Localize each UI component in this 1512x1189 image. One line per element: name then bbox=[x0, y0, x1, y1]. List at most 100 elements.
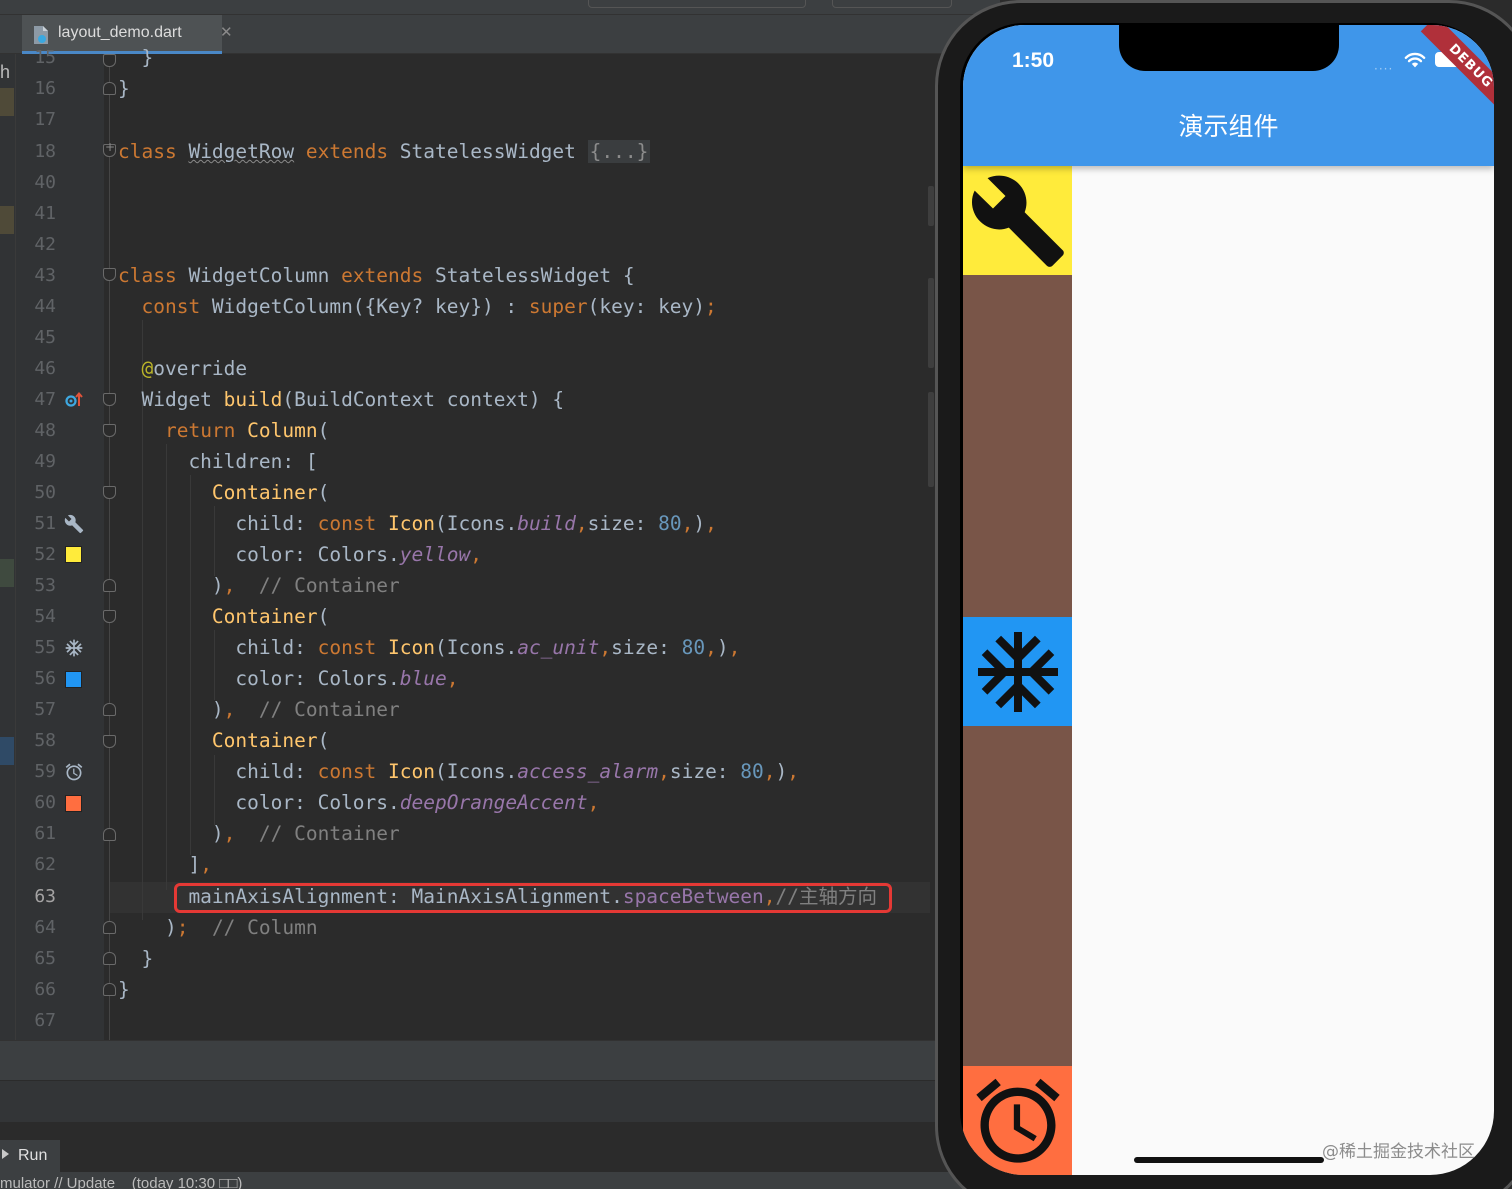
code-line-52[interactable]: color: Colors.yellow, bbox=[118, 543, 482, 567]
code-line-51[interactable]: child: const Icon(Icons.build,size: 80,)… bbox=[118, 512, 716, 536]
fold-marker[interactable] bbox=[103, 952, 116, 965]
color-swatch-blue[interactable] bbox=[65, 671, 82, 688]
container-yellow bbox=[963, 166, 1072, 275]
fold-expand-marker[interactable] bbox=[103, 140, 116, 157]
code-line-64[interactable]: ); // Column bbox=[118, 916, 318, 940]
fold-marker[interactable] bbox=[103, 703, 116, 716]
code-line-62[interactable]: ], bbox=[118, 853, 212, 877]
fold-marker[interactable] bbox=[103, 828, 116, 841]
toolbar-strip bbox=[0, 0, 1000, 15]
color-swatch-deep-orange-accent[interactable] bbox=[65, 795, 82, 812]
phone-screen: 1:50 ···· 演示组件 DEBUG bbox=[963, 25, 1494, 1175]
comment: // Container bbox=[258, 574, 400, 597]
run-output-row: mulator // Update (today 10:30 □□) bbox=[0, 1172, 1000, 1189]
line-number: 48 bbox=[34, 420, 56, 441]
scroll-marker bbox=[928, 278, 934, 368]
override-method-icon[interactable] bbox=[64, 390, 84, 410]
line-number: 47 bbox=[34, 389, 56, 410]
line-number: 43 bbox=[34, 265, 56, 286]
fold-marker[interactable] bbox=[103, 486, 116, 499]
code-line-18[interactable]: class WidgetRow extends StatelessWidget … bbox=[118, 140, 651, 164]
code-line-54[interactable]: Container( bbox=[118, 605, 329, 629]
snowflake-icon bbox=[64, 638, 84, 658]
fold-marker[interactable] bbox=[103, 983, 116, 996]
code-line-66[interactable]: } bbox=[118, 978, 130, 1002]
code-editor: layout_demo.dart ✕ h 15 16 17 18 40 41 42 43 44 4… bbox=[0, 0, 1000, 1189]
run-arrow-icon bbox=[2, 1149, 9, 1159]
line-number: 53 bbox=[34, 575, 56, 596]
line-number: 52 bbox=[34, 544, 56, 565]
line-number: 49 bbox=[34, 451, 56, 472]
line-number: 58 bbox=[34, 730, 56, 751]
code-line-56[interactable]: color: Colors.blue, bbox=[118, 667, 458, 691]
line-number: 51 bbox=[34, 513, 56, 534]
phone-simulator-frame: 1:50 ···· 演示组件 DEBUG bbox=[935, 0, 1512, 1189]
scroll-marker bbox=[928, 392, 934, 487]
left-tool-strip: h bbox=[0, 54, 16, 1040]
code-line-57[interactable]: ), // Container bbox=[118, 698, 400, 722]
line-number: 62 bbox=[34, 854, 56, 875]
code-line-46[interactable]: @override bbox=[118, 357, 247, 381]
fold-marker[interactable] bbox=[103, 579, 116, 592]
phone-bezel: 1:50 ···· 演示组件 DEBUG bbox=[960, 23, 1494, 1175]
code-line-65[interactable]: } bbox=[118, 947, 153, 971]
line-number: 15 bbox=[34, 47, 56, 68]
fold-marker[interactable] bbox=[103, 610, 116, 623]
code-line-43[interactable]: class WidgetColumn extends StatelessWidg… bbox=[118, 264, 635, 288]
comment: // Container bbox=[258, 822, 400, 845]
line-number: 67 bbox=[34, 1010, 56, 1031]
run-output-text: mulator // Update (today 10:30 □□) bbox=[0, 1175, 243, 1189]
status-time: 1:50 bbox=[1012, 49, 1055, 72]
line-number: 64 bbox=[34, 917, 56, 938]
code-line-15[interactable]: } bbox=[118, 46, 153, 70]
code-line-55[interactable]: child: const Icon(Icons.ac_unit,size: 80… bbox=[118, 636, 740, 660]
fold-marker[interactable] bbox=[103, 921, 116, 934]
line-number: 65 bbox=[34, 948, 56, 969]
fold-marker[interactable] bbox=[103, 82, 116, 95]
line-number: 44 bbox=[34, 296, 56, 317]
run-config-selector[interactable] bbox=[832, 0, 952, 8]
code-line-58[interactable]: Container( bbox=[118, 729, 329, 753]
line-number: 56 bbox=[34, 668, 56, 689]
line-number: 57 bbox=[34, 699, 56, 720]
line-number: 17 bbox=[34, 109, 56, 130]
line-number: 41 bbox=[34, 203, 56, 224]
fold-marker[interactable] bbox=[103, 735, 116, 748]
access-alarm-icon bbox=[975, 1078, 1060, 1163]
folded-code-region[interactable]: {...} bbox=[587, 140, 651, 163]
container-blue bbox=[963, 617, 1072, 726]
close-icon[interactable]: ✕ bbox=[220, 23, 233, 41]
code-line-49[interactable]: children: [ bbox=[118, 450, 317, 474]
fold-marker[interactable] bbox=[103, 54, 116, 67]
fold-marker[interactable] bbox=[103, 424, 116, 437]
code-line-59[interactable]: child: const Icon(Icons.access_alarm,siz… bbox=[118, 760, 799, 784]
code-line-47[interactable]: Widget build(BuildContext context) { bbox=[118, 388, 564, 412]
code-line-61[interactable]: ), // Container bbox=[118, 822, 400, 846]
line-number: 60 bbox=[34, 792, 56, 813]
line-number: 66 bbox=[34, 979, 56, 1000]
code-line-48[interactable]: return Column( bbox=[118, 419, 329, 443]
code-line-16[interactable]: } bbox=[118, 77, 130, 101]
app-title: 演示组件 bbox=[1178, 112, 1279, 141]
line-number: 61 bbox=[34, 823, 56, 844]
code-line-44[interactable]: const WidgetColumn({Key? key}) : super(k… bbox=[118, 295, 716, 319]
code-line-60[interactable]: color: Colors.deepOrangeAccent, bbox=[118, 791, 599, 815]
home-indicator[interactable] bbox=[1134, 1157, 1324, 1163]
fold-marker[interactable] bbox=[103, 393, 116, 406]
ac-unit-icon bbox=[977, 631, 1058, 712]
color-swatch-yellow[interactable] bbox=[65, 546, 82, 563]
tool-window-label[interactable]: h bbox=[0, 62, 10, 83]
build-icon bbox=[971, 175, 1064, 267]
change-marker bbox=[0, 88, 14, 116]
change-marker bbox=[0, 206, 14, 234]
fold-marker[interactable] bbox=[103, 268, 116, 281]
run-tab[interactable]: Run bbox=[0, 1140, 60, 1172]
comment: // Container bbox=[258, 698, 400, 721]
code-line-50[interactable]: Container( bbox=[118, 481, 329, 505]
alarm-icon bbox=[64, 762, 84, 782]
code-line-53[interactable]: ), // Container bbox=[118, 574, 400, 598]
device-selector[interactable] bbox=[588, 0, 806, 8]
line-number: 54 bbox=[34, 606, 56, 627]
comment: // Column bbox=[211, 916, 318, 939]
line-number: 59 bbox=[34, 761, 56, 782]
